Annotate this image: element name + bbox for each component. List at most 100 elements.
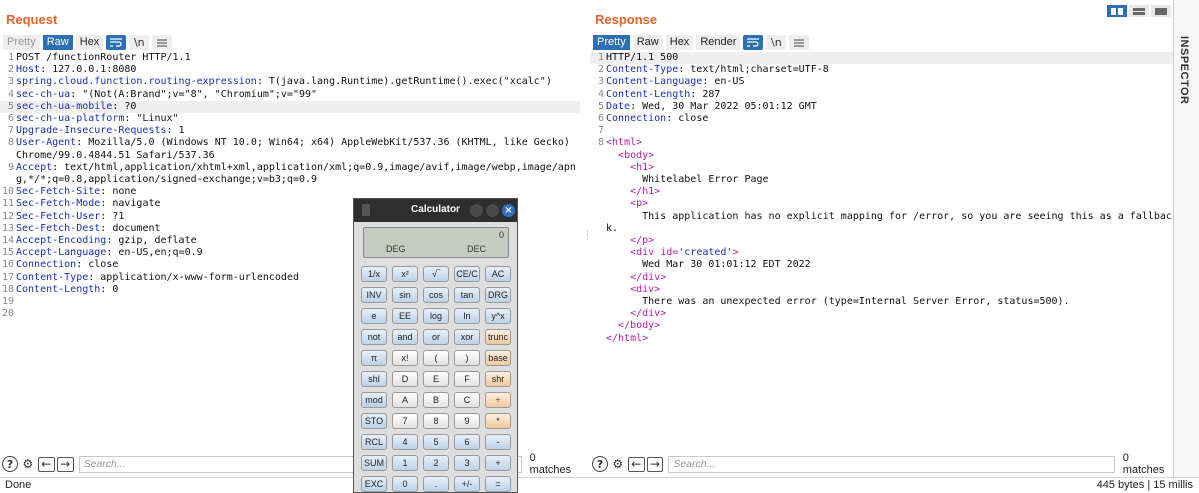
- calc-key[interactable]: ): [454, 350, 480, 366]
- calc-key[interactable]: STO: [361, 413, 387, 429]
- line-content: Content-Length: 0: [16, 284, 118, 296]
- wrap-lines-icon[interactable]: [743, 35, 764, 50]
- calc-key[interactable]: 5: [423, 434, 449, 450]
- calc-key[interactable]: 4: [392, 434, 418, 450]
- calc-key[interactable]: x²: [392, 266, 418, 282]
- calc-key[interactable]: shl: [361, 371, 387, 387]
- calc-key[interactable]: INV: [361, 287, 387, 303]
- calc-key[interactable]: 8: [423, 413, 449, 429]
- calc-key[interactable]: CE/C: [454, 266, 480, 282]
- calc-key[interactable]: base: [485, 350, 511, 366]
- calc-key[interactable]: A: [392, 392, 418, 408]
- menu-icon[interactable]: [152, 35, 173, 50]
- calc-key[interactable]: +/-: [454, 476, 480, 492]
- calc-key[interactable]: D: [392, 371, 418, 387]
- calc-key[interactable]: not: [361, 329, 387, 345]
- calc-key[interactable]: π: [361, 350, 387, 366]
- calc-key[interactable]: RCL: [361, 434, 387, 450]
- response-html-line: <body>: [590, 150, 1173, 162]
- maximize-icon[interactable]: [486, 204, 499, 217]
- request-line: 5 sec-ch-ua-mobile: ?0: [0, 100, 580, 114]
- calc-key[interactable]: sin: [392, 287, 418, 303]
- calc-key[interactable]: F: [454, 371, 480, 387]
- calc-key[interactable]: SUM: [361, 455, 387, 471]
- calc-key[interactable]: xor: [454, 329, 480, 345]
- calc-key[interactable]: =: [485, 476, 511, 492]
- calc-key[interactable]: trunc: [485, 329, 511, 345]
- layout-side-by-side-icon[interactable]: [1107, 5, 1127, 17]
- response-line: 7: [590, 125, 1173, 137]
- calc-key[interactable]: 6: [454, 434, 480, 450]
- line-content: <h1>: [606, 162, 654, 174]
- calc-key[interactable]: 7: [392, 413, 418, 429]
- response-editor[interactable]: 1 HTTP/1.1 500 2 Content-Type: text/html;ch…: [590, 52, 1173, 450]
- calc-key[interactable]: EXC: [361, 476, 387, 492]
- calc-key[interactable]: ln: [454, 308, 480, 324]
- html-markup: id=: [660, 247, 679, 259]
- calc-key[interactable]: 0: [392, 476, 418, 492]
- response-html-line: <div id='created'>: [590, 247, 1173, 259]
- calculator-window[interactable]: Calculator × 0 DEG DEC 1/x x² √‾ CE/C AC INV s…: [353, 198, 518, 493]
- previous-match-arrow-icon[interactable]: ←: [627, 456, 645, 472]
- request-tab-pretty[interactable]: Pretty: [3, 35, 40, 50]
- next-match-arrow-icon[interactable]: →: [56, 456, 74, 472]
- calc-key[interactable]: 9: [454, 413, 480, 429]
- minimize-icon[interactable]: [470, 204, 483, 217]
- calc-key[interactable]: *: [485, 413, 511, 429]
- calc-key[interactable]: mod: [361, 392, 387, 408]
- calculator-titlebar[interactable]: Calculator ×: [354, 199, 517, 222]
- response-pane: Response Pretty Raw Hex Render \n 1 HTTP/…: [590, 0, 1173, 478]
- calc-key[interactable]: .: [423, 476, 449, 492]
- next-match-arrow-icon[interactable]: →: [646, 456, 664, 472]
- calc-key[interactable]: B: [423, 392, 449, 408]
- response-search-input[interactable]: [668, 455, 1115, 473]
- response-tab-render[interactable]: Render: [696, 35, 741, 50]
- response-tab-raw[interactable]: Raw: [632, 35, 663, 50]
- calc-key[interactable]: +: [485, 455, 511, 471]
- header-name: Connection: [606, 113, 667, 125]
- inspector-label[interactable]: INSPECTOR: [1178, 36, 1190, 104]
- close-icon[interactable]: ×: [502, 204, 515, 217]
- calc-key[interactable]: 2: [423, 455, 449, 471]
- calc-key[interactable]: and: [392, 329, 418, 345]
- settings-gear-icon[interactable]: ⚙: [20, 456, 36, 472]
- show-newlines-icon[interactable]: \n: [766, 35, 787, 50]
- html-markup: <div: [630, 247, 661, 259]
- layout-tabs-icon[interactable]: [1151, 5, 1171, 17]
- calc-key[interactable]: cos: [423, 287, 449, 303]
- wrap-lines-icon[interactable]: [106, 35, 127, 50]
- pane-split-handle[interactable]: · · ·: [586, 228, 589, 245]
- calc-key[interactable]: C: [454, 392, 480, 408]
- inspector-sidebar[interactable]: INSPECTOR: [1173, 0, 1199, 478]
- calc-key[interactable]: e: [361, 308, 387, 324]
- calc-key[interactable]: tan: [454, 287, 480, 303]
- previous-match-arrow-icon[interactable]: ←: [37, 456, 55, 472]
- response-tab-hex[interactable]: Hex: [665, 35, 694, 50]
- line-content: Content-Type: application/x-www-form-url…: [16, 272, 299, 284]
- help-icon[interactable]: ?: [592, 456, 608, 472]
- calc-key[interactable]: DRG: [485, 287, 511, 303]
- calc-key[interactable]: 1/x: [361, 266, 387, 282]
- request-tab-raw[interactable]: Raw: [42, 35, 73, 50]
- calc-key[interactable]: y^x: [485, 308, 511, 324]
- show-newlines-icon[interactable]: \n: [129, 35, 150, 50]
- layout-stacked-icon[interactable]: [1129, 5, 1149, 17]
- calc-key[interactable]: (: [423, 350, 449, 366]
- settings-gear-icon[interactable]: ⚙: [610, 456, 626, 472]
- calc-key[interactable]: EE: [392, 308, 418, 324]
- calc-key[interactable]: E: [423, 371, 449, 387]
- help-icon[interactable]: ?: [2, 456, 18, 472]
- calc-key[interactable]: -: [485, 434, 511, 450]
- calc-key[interactable]: log: [423, 308, 449, 324]
- response-tab-pretty[interactable]: Pretty: [593, 35, 630, 50]
- menu-icon[interactable]: [789, 35, 810, 50]
- calc-key[interactable]: x!: [392, 350, 418, 366]
- calc-key[interactable]: AC: [485, 266, 511, 282]
- calc-key[interactable]: or: [423, 329, 449, 345]
- calc-key[interactable]: 1: [392, 455, 418, 471]
- calc-key[interactable]: shr: [485, 371, 511, 387]
- calc-key[interactable]: √‾: [423, 266, 449, 282]
- calc-key[interactable]: ÷: [485, 392, 511, 408]
- request-tab-hex[interactable]: Hex: [75, 35, 104, 50]
- calc-key[interactable]: 3: [454, 455, 480, 471]
